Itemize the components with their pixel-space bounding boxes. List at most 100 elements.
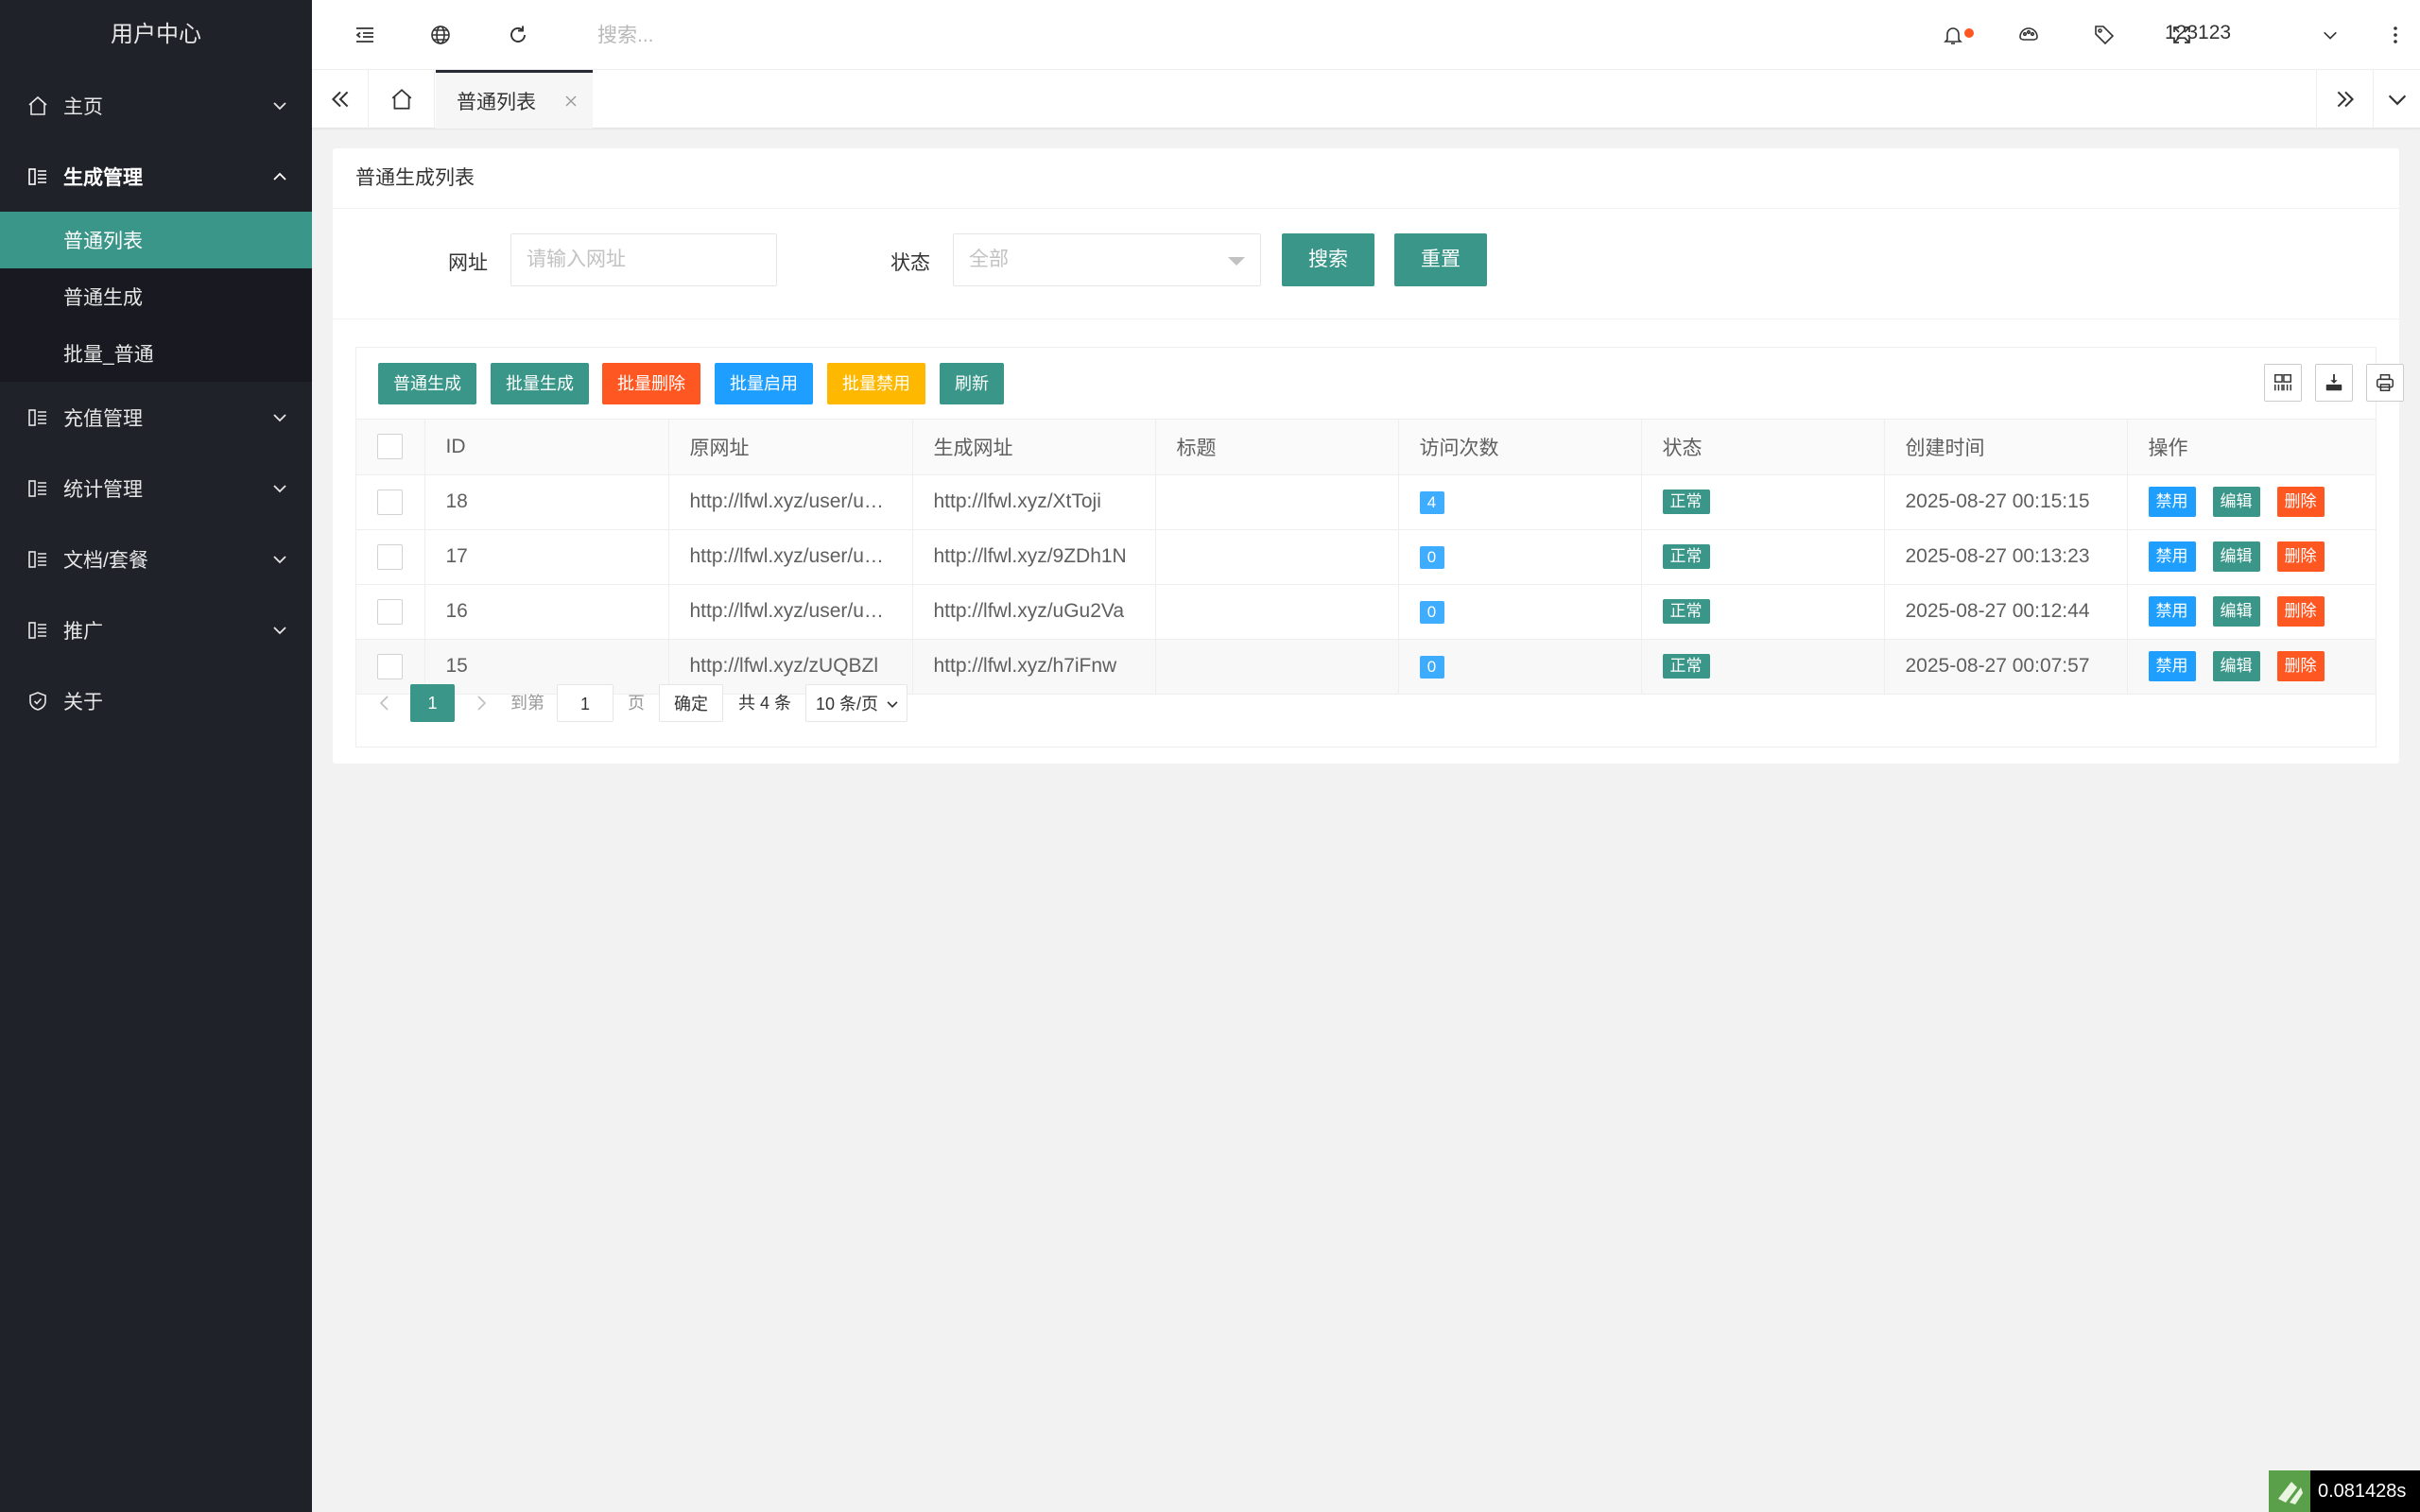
column-header[interactable]: 原网址 — [668, 420, 913, 475]
delete-button[interactable]: 删除 — [2276, 596, 2325, 627]
cell-created: 2025-08-27 00:15:15 — [1884, 474, 2128, 530]
sidebar-item-stats[interactable]: 统计管理 — [0, 453, 312, 524]
sidebar-item-label: 推广 — [63, 620, 103, 643]
tab-scroll-right-button[interactable] — [2316, 70, 2373, 129]
tag-icon[interactable] — [2093, 24, 2116, 46]
tab-home-button[interactable] — [369, 70, 435, 129]
home-icon — [391, 89, 411, 110]
url-label: 网址 — [448, 252, 488, 274]
sidebar: 用户中心 主页 生成管理 普通列表 普通生成 批量_普通 充值管理 统计管理 文… — [0, 0, 312, 1512]
data-table-container: 普通生成 批量生成 批量删除 批量启用 批量禁用 刷新 ID 原网址 生成网址 … — [355, 347, 2404, 747]
chevron-down-icon — [887, 701, 898, 708]
more-vertical-icon[interactable] — [2384, 24, 2407, 46]
edit-button[interactable]: 编辑 — [2212, 596, 2260, 627]
sidebar-item-label: 关于 — [63, 691, 103, 713]
chevron-down-icon — [2388, 94, 2406, 106]
goto-confirm-button[interactable]: 确定 — [659, 684, 723, 722]
submenu-generate: 普通列表 普通生成 批量_普通 — [0, 212, 312, 382]
delete-button[interactable]: 删除 — [2276, 541, 2325, 572]
status-select[interactable]: 全部 — [953, 233, 1261, 286]
refresh-button[interactable]: 刷新 — [940, 363, 1004, 404]
column-header[interactable]: 标题 — [1155, 420, 1399, 475]
sidebar-item-about[interactable]: 关于 — [0, 665, 312, 736]
disable-button[interactable]: 禁用 — [2148, 596, 2196, 627]
chevron-down-icon[interactable] — [2322, 26, 2339, 43]
row-checkbox[interactable] — [377, 489, 403, 515]
batch-enable-button[interactable]: 批量启用 — [715, 363, 813, 404]
export-icon — [2325, 373, 2342, 391]
cell-title — [1155, 584, 1399, 640]
visits-badge: 0 — [1419, 545, 1444, 569]
tab-menu-button[interactable] — [2373, 70, 2420, 129]
cell-generated-url: http://lfwl.xyz/uGu2Va — [912, 584, 1156, 640]
goto-page-input[interactable]: 1 — [557, 684, 614, 722]
batch-disable-button[interactable]: 批量禁用 — [827, 363, 925, 404]
cell-actions: 禁用 编辑 删除 — [2127, 474, 2376, 530]
generate-button[interactable]: 普通生成 — [378, 363, 476, 404]
table-toolbar: 普通生成 批量生成 批量删除 批量启用 批量禁用 刷新 — [356, 348, 2404, 420]
column-header[interactable]: 操作 — [2127, 420, 2376, 475]
column-header[interactable]: 访问次数 — [1398, 420, 1642, 475]
divider — [333, 318, 2399, 319]
chevron-right-icon[interactable] — [472, 694, 491, 713]
globe-icon[interactable] — [429, 24, 452, 46]
palette-icon[interactable] — [2017, 24, 2040, 46]
list-icon — [28, 408, 46, 426]
sidebar-item-batch-normal[interactable]: 批量_普通 — [0, 325, 312, 382]
chevron-left-icon[interactable] — [375, 694, 394, 713]
column-header[interactable]: 状态 — [1641, 420, 1885, 475]
search-button[interactable]: 搜索 — [1282, 233, 1374, 286]
delete-button[interactable]: 删除 — [2276, 487, 2325, 517]
tab-scroll-left-button[interactable] — [312, 70, 369, 129]
search-input[interactable] — [596, 17, 1068, 55]
home-icon — [28, 95, 47, 115]
export-button[interactable] — [2315, 364, 2353, 402]
disable-button[interactable]: 禁用 — [2148, 541, 2196, 572]
chevron-down-icon — [273, 413, 286, 421]
cell-actions: 禁用 编辑 删除 — [2127, 584, 2376, 640]
batch-delete-button[interactable]: 批量删除 — [602, 363, 700, 404]
sidebar-item-label: 文档/套餐 — [63, 549, 148, 572]
tab-normal-list[interactable]: 普通列表 — [436, 70, 593, 129]
cell-generated-url: http://lfwl.xyz/XtToji — [912, 474, 1156, 530]
row-checkbox[interactable] — [377, 543, 403, 570]
user-menu[interactable]: 123123 — [2165, 22, 2231, 44]
column-header[interactable]: ID — [424, 420, 669, 475]
refresh-icon[interactable] — [507, 24, 529, 46]
status-select-value: 全部 — [969, 249, 1009, 270]
data-table: ID 原网址 生成网址 标题 访问次数 状态 创建时间 操作 18 http:/… — [356, 420, 2376, 695]
sidebar-item-promote[interactable]: 推广 — [0, 594, 312, 665]
menu-fold-icon[interactable] — [354, 24, 376, 46]
sidebar-item-normal-generate[interactable]: 普通生成 — [0, 268, 312, 325]
sidebar-item-normal-list[interactable]: 普通列表 — [0, 212, 312, 268]
list-icon — [28, 479, 46, 497]
page-size-value: 10 条/页 — [816, 695, 879, 713]
page-button-current[interactable]: 1 — [410, 684, 455, 722]
print-icon — [2377, 374, 2394, 391]
columns-icon — [2274, 374, 2291, 391]
chevron-down-icon — [273, 555, 286, 563]
row-select-cell — [356, 474, 425, 530]
edit-button[interactable]: 编辑 — [2212, 541, 2260, 572]
close-icon[interactable] — [564, 94, 578, 108]
chevron-down-icon — [273, 101, 286, 110]
page-size-select[interactable]: 10 条/页 — [805, 684, 908, 722]
cell-actions: 禁用 编辑 删除 — [2127, 529, 2376, 585]
sidebar-item-home[interactable]: 主页 — [0, 70, 312, 141]
reset-button[interactable]: 重置 — [1394, 233, 1487, 286]
sidebar-item-docs[interactable]: 文档/套餐 — [0, 524, 312, 594]
select-all-checkbox[interactable] — [377, 434, 403, 460]
bell-icon[interactable] — [1942, 24, 1964, 46]
sidebar-item-recharge[interactable]: 充值管理 — [0, 382, 312, 453]
row-checkbox[interactable] — [377, 598, 403, 625]
url-input[interactable]: 请输入网址 — [510, 233, 777, 286]
disable-button[interactable]: 禁用 — [2148, 487, 2196, 517]
sidebar-item-label: 统计管理 — [63, 478, 143, 501]
columns-filter-button[interactable] — [2264, 364, 2302, 402]
edit-button[interactable]: 编辑 — [2212, 487, 2260, 517]
column-header[interactable]: 创建时间 — [1884, 420, 2128, 475]
column-header[interactable]: 生成网址 — [912, 420, 1156, 475]
batch-generate-button[interactable]: 批量生成 — [491, 363, 589, 404]
sidebar-item-generate[interactable]: 生成管理 — [0, 141, 312, 212]
print-button[interactable] — [2366, 364, 2404, 402]
